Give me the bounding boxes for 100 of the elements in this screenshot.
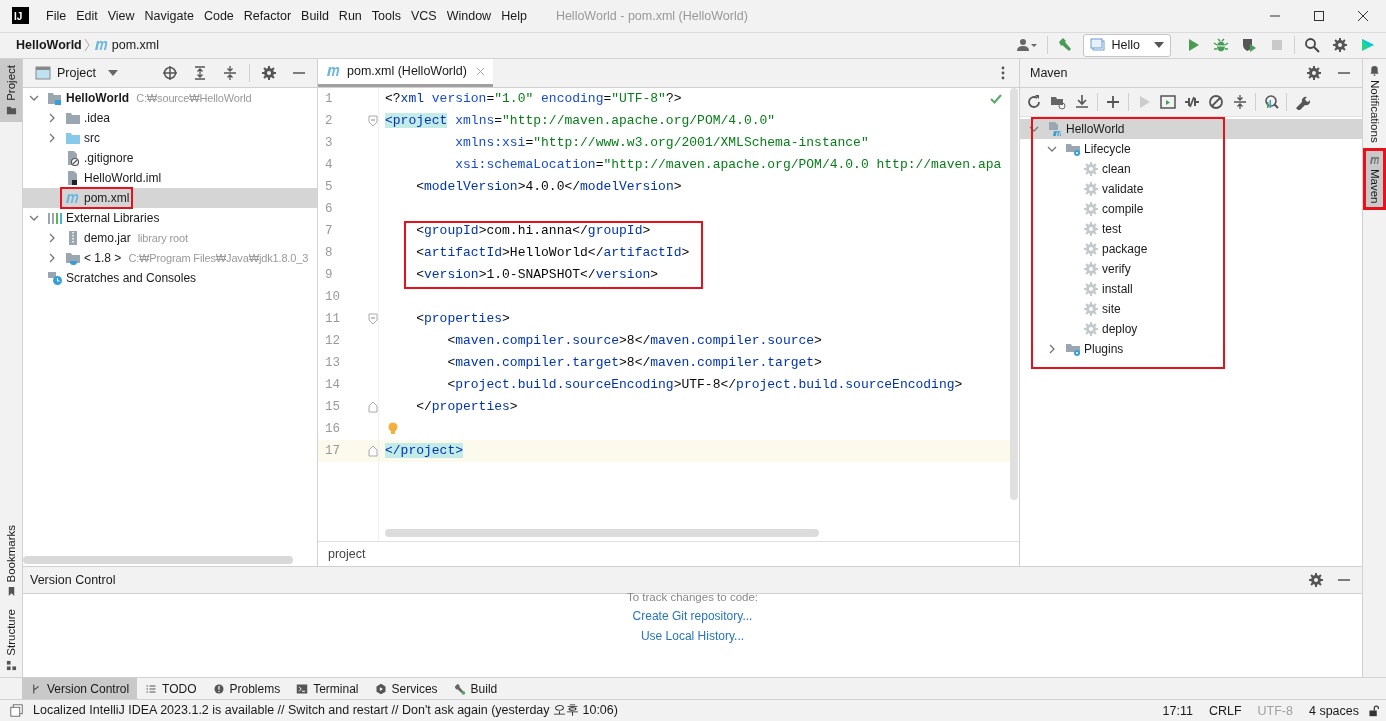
tool-window-tab[interactable]: Terminal [288,678,367,700]
tree-item[interactable]: install [1102,281,1133,296]
tree-item[interactable]: HelloWorld.iml [84,170,162,185]
run-window-icon[interactable] [1160,93,1176,110]
status-message[interactable]: Localized IntelliJ IDEA 2023.1.2 is available // Switch and restart // Don't ask again (yesterday 오후 10:06) [33,702,618,720]
tree-item[interactable]: package [1102,241,1148,256]
tree-item[interactable]: External Libraries [66,210,160,225]
user-icon[interactable] [1015,37,1038,54]
folder-icon [5,104,17,116]
fold-icon[interactable] [368,400,378,413]
tree-item[interactable]: pom.xml [84,190,130,205]
gear-icon [1083,280,1099,297]
scratches-icon [47,269,63,286]
run-configuration-dropdown[interactable]: Hello [1082,33,1171,57]
tool-window-tab[interactable]: Services [366,678,446,700]
tool-window-tab[interactable]: Version Control [22,678,138,700]
skip-icon[interactable] [1208,93,1224,110]
line-number: 7 [324,223,334,238]
tool-window-tab[interactable]: Project [0,58,22,122]
menu-item[interactable]: Refactor [243,8,292,23]
bug-icon[interactable] [1213,37,1229,54]
scrollbar-thumb[interactable] [385,528,819,537]
tool-window-tab[interactable]: TODO [137,678,205,700]
download-icon[interactable] [1074,93,1090,110]
scrollbar-thumb[interactable] [23,555,294,564]
tree-item[interactable]: test [1102,221,1122,236]
tool-window-tab[interactable]: Problems [204,678,289,700]
fold-icon[interactable] [368,114,378,127]
hint-text: To track changes to code: [626,591,759,604]
settings-icon[interactable] [1306,64,1322,81]
collapse-all-icon[interactable] [1232,93,1248,110]
tree-item[interactable]: Lifecycle [1084,141,1131,156]
menu-item[interactable]: Window [446,8,492,23]
hammer-icon[interactable] [1056,37,1073,54]
link[interactable]: Create Git repository... [632,609,753,624]
status-item[interactable]: 4 spaces [1308,703,1359,718]
tree-item[interactable]: validate [1102,181,1144,196]
settings-icon[interactable] [1308,571,1324,588]
settings-icon[interactable] [1332,37,1348,54]
tree-item[interactable]: .idea [84,110,111,125]
menu-item[interactable]: Help [501,8,527,23]
tool-window-tab[interactable]: Build [445,678,506,700]
link[interactable]: Use Local History... [640,629,745,644]
crosshair-icon[interactable] [162,64,178,81]
editor-tab[interactable]: pom.xml (HelloWorld) [318,58,493,87]
tree-item[interactable]: clean [1102,161,1131,176]
menu-item[interactable]: Build [301,8,329,23]
caret-icon[interactable] [107,69,118,76]
gear-icon [1083,300,1099,317]
path-hint: C:₩source₩HelloWorld [136,91,252,104]
collapse-all-icon[interactable] [222,64,238,81]
plus-icon[interactable] [1105,93,1121,110]
menu-item[interactable]: File [46,8,67,23]
tree-item[interactable]: HelloWorld [66,90,130,105]
tree-item[interactable]: < 1.8 > [84,250,122,265]
tool-window-tab[interactable]: Notifications [1363,58,1386,149]
tool-window-tab[interactable]: Maven [1363,148,1386,210]
tree-item[interactable]: .gitignore [84,150,134,165]
window-title: HelloWorld - pom.xml (HelloWorld) [555,8,748,23]
maximize-icon[interactable] [1312,8,1326,23]
menu-item[interactable]: Run [338,8,362,23]
problems-icon [212,682,225,695]
analyze-icon[interactable] [1263,93,1279,110]
expand-all-icon[interactable] [192,64,208,81]
code-line: <groupId>com.hi.anna</groupId> [415,223,651,239]
unlock-icon[interactable] [1367,704,1380,718]
breadcrumb[interactable]: project [328,546,366,561]
path-hint: library root [137,231,188,244]
tree-item[interactable]: src [84,130,100,145]
fold-icon[interactable] [368,312,378,325]
menu-item[interactable]: VCS [411,8,437,23]
tool-window-tab[interactable]: Bookmarks [0,518,22,604]
tree-item[interactable]: Scratches and Consoles [66,270,197,285]
settings-icon[interactable] [261,64,277,81]
tree-item[interactable]: deploy [1102,321,1138,336]
close-icon[interactable] [1356,8,1370,23]
menu-item[interactable]: View [107,8,135,23]
panel-toggle-icon[interactable] [10,704,23,718]
shield-play-icon[interactable] [1241,37,1257,54]
menu-item[interactable]: Tools [371,8,401,23]
tree-item[interactable]: site [1102,301,1121,316]
breadcrumb[interactable]: pom.xml [111,38,159,53]
fold-icon[interactable] [368,444,378,457]
tool-window-tab[interactable]: Structure [0,603,22,678]
tree-item[interactable]: demo.jar [84,230,131,245]
panel-title[interactable]: Project [57,65,96,80]
menu-item[interactable]: Code [203,8,234,23]
tree-item[interactable]: Plugins [1084,341,1124,356]
tree-item[interactable]: compile [1102,201,1144,216]
tree-item[interactable]: verify [1102,261,1131,276]
gear-icon [1083,320,1099,337]
scrollbar-thumb[interactable] [1010,87,1018,500]
menu-item[interactable]: Navigate [144,8,194,23]
breadcrumb[interactable]: HelloWorld [16,38,82,53]
status-item[interactable]: CRLF [1208,703,1242,718]
search-icon[interactable] [1304,37,1320,54]
tree-item[interactable]: HelloWorld [1066,121,1125,136]
status-item[interactable]: 17:11 [1162,703,1193,718]
menu-item[interactable]: Edit [76,8,98,23]
refresh-icon[interactable] [1026,93,1042,110]
